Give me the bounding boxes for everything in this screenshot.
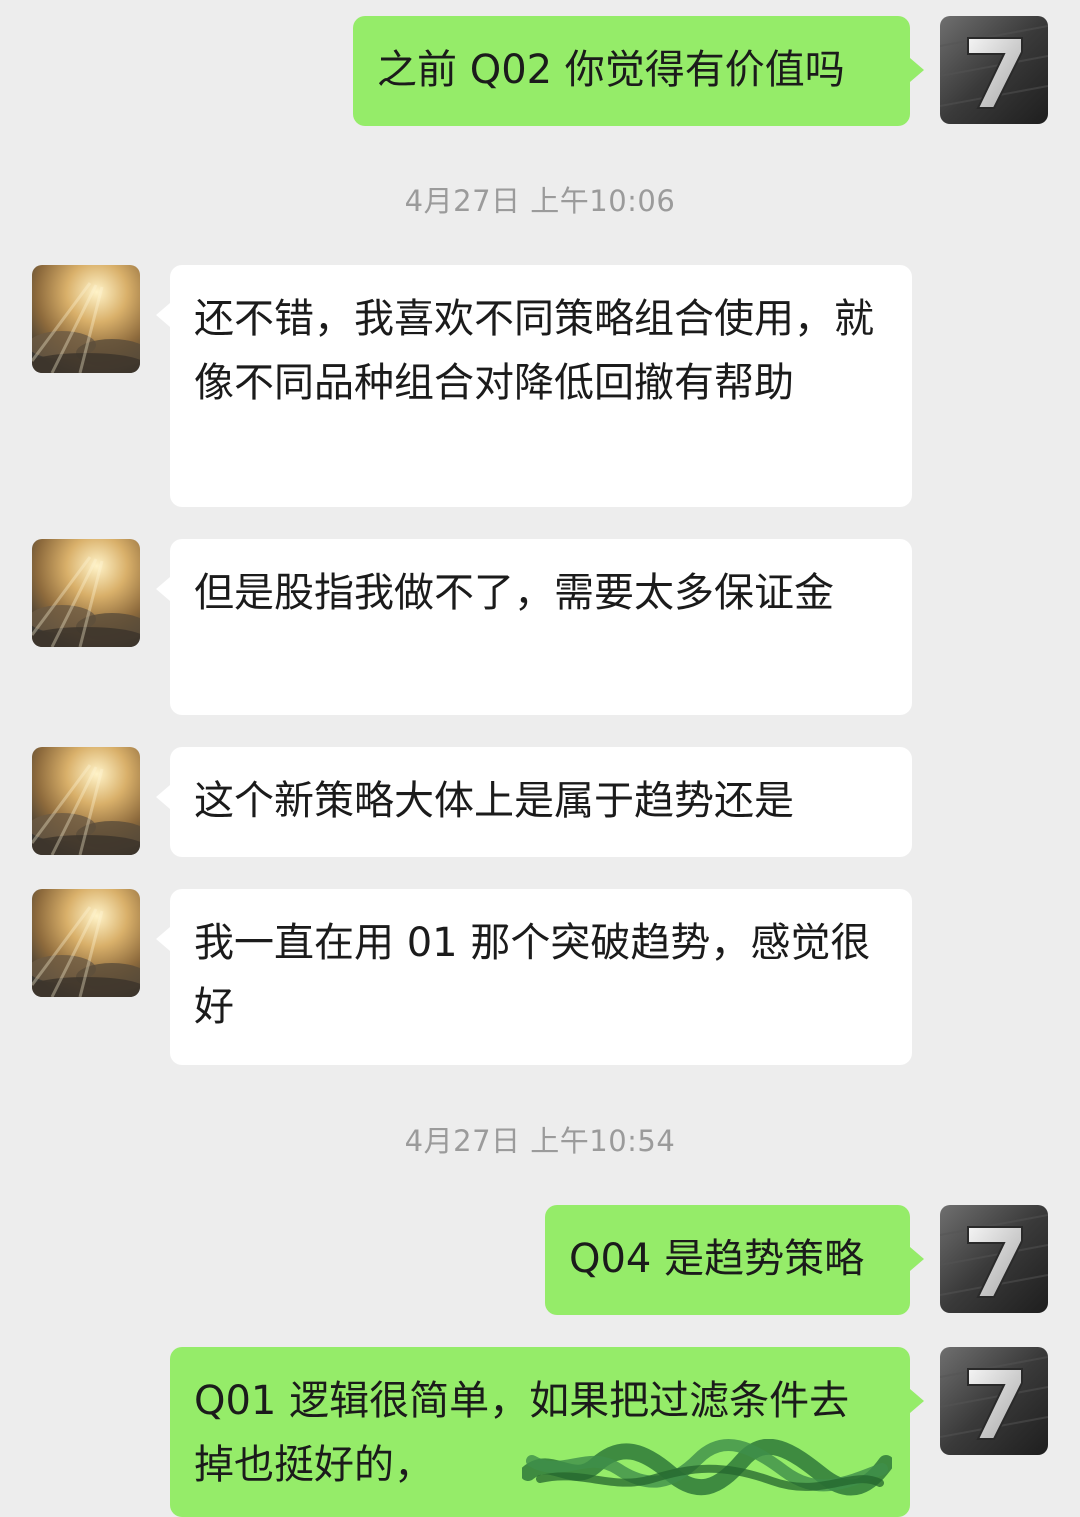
sunlit-clouds-avatar[interactable] (32, 265, 140, 373)
message-text: 这个新策略大体上是属于趋势还是 (194, 778, 794, 824)
outgoing-message-bubble[interactable]: Q01 逻辑很简单，如果把过滤条件去掉也挺好的， (170, 1347, 924, 1517)
outgoing-message-bubble[interactable]: Q04 是趋势策略 (545, 1205, 924, 1315)
incoming-message-bubble[interactable]: 这个新策略大体上是属于趋势还是 (156, 747, 912, 857)
message-text: 但是股指我做不了，需要太多保证金 (194, 570, 834, 616)
number-7-avatar[interactable] (940, 16, 1048, 124)
message-timestamp: 4月27日 上午10:06 (404, 184, 676, 218)
number-7-avatar[interactable] (940, 1205, 1048, 1313)
sunlit-clouds-avatar[interactable] (32, 747, 140, 855)
sunlit-clouds-avatar[interactable] (32, 889, 140, 997)
redaction-scribble (522, 1439, 892, 1497)
sunlit-clouds-avatar[interactable] (32, 539, 140, 647)
incoming-message-bubble[interactable]: 我一直在用 01 那个突破趋势，感觉很好 (156, 889, 912, 1065)
number-7-avatar[interactable] (940, 1347, 1048, 1455)
message-text: 我一直在用 01 那个突破趋势，感觉很好 (194, 920, 871, 1030)
message-text: Q04 是趋势策略 (569, 1236, 865, 1282)
incoming-message-bubble[interactable]: 但是股指我做不了，需要太多保证金 (156, 539, 912, 715)
message-text: 之前 Q02 你觉得有价值吗 (377, 47, 845, 93)
message-text: 还不错，我喜欢不同策略组合使用，就像不同品种组合对降低回撤有帮助 (194, 296, 874, 406)
chat-window: 之前 Q02 你觉得有价值吗 4月27日 上午10:06 还不错，我喜欢不同策略… (0, 0, 1080, 1517)
outgoing-message-bubble[interactable]: 之前 Q02 你觉得有价值吗 (353, 16, 924, 126)
message-timestamp: 4月27日 上午10:54 (404, 1124, 676, 1158)
incoming-message-bubble[interactable]: 还不错，我喜欢不同策略组合使用，就像不同品种组合对降低回撤有帮助 (156, 265, 912, 507)
